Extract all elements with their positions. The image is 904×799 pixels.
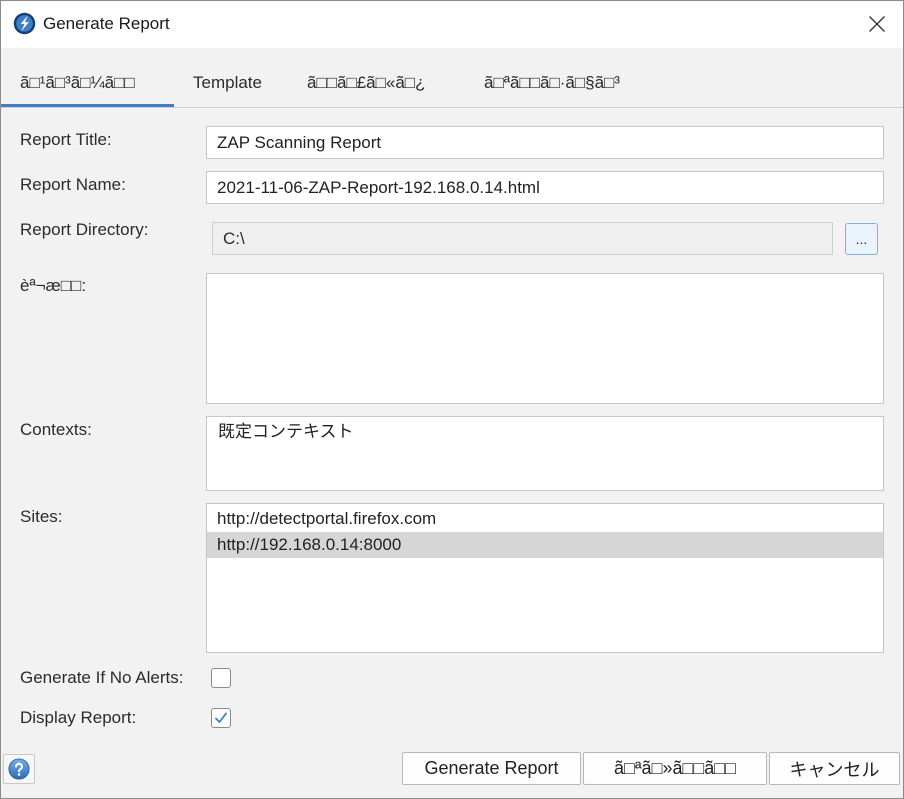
contexts-list[interactable]: 既定コンテキスト — [206, 416, 884, 491]
report-name-label: Report Name: — [20, 175, 126, 194]
generate-report-button[interactable]: Generate Report — [402, 752, 581, 785]
help-button[interactable] — [3, 754, 35, 784]
tab-scope[interactable]: ã□¹ã□³ã□¼ã□□ — [0, 48, 174, 107]
checkmark-icon — [215, 712, 227, 723]
report-title-label: Report Title: — [20, 130, 112, 149]
help-icon — [8, 758, 30, 780]
report-directory-input — [212, 222, 833, 255]
tab-label: ã□¹ã□³ã□¼ã□□ — [20, 73, 135, 92]
close-icon — [869, 16, 885, 32]
close-button[interactable] — [862, 9, 892, 39]
generate-if-no-alerts-checkbox[interactable] — [211, 668, 231, 688]
report-title-input[interactable] — [206, 126, 884, 159]
display-report-label: Display Report: — [20, 708, 137, 727]
context-list-item[interactable]: 既定コンテキスト — [207, 419, 883, 445]
description-label: èª¬æ□□: — [20, 276, 87, 295]
site-list-item[interactable]: http://detectportal.firefox.com — [207, 506, 883, 532]
tab-label: ã□ªã□□ã□·ã□§ã□³ — [484, 73, 620, 92]
browse-directory-button[interactable]: ... — [845, 223, 878, 255]
contexts-label: Contexts: — [20, 420, 92, 439]
tab-label: Template — [193, 73, 262, 92]
reset-button[interactable]: ã□ªã□»ã□□ã□□ — [583, 752, 767, 785]
report-directory-label: Report Directory: — [20, 220, 149, 239]
tab-filter[interactable]: ã□□ã□£ã□«ã□¿ — [288, 48, 465, 107]
zap-logo-icon — [13, 12, 36, 35]
cancel-button[interactable]: キャンセル — [769, 752, 900, 785]
description-textarea[interactable] — [206, 273, 884, 404]
display-report-checkbox[interactable] — [211, 708, 231, 728]
site-list-item[interactable]: http://192.168.0.14:8000 — [207, 532, 883, 558]
sites-list[interactable]: http://detectportal.firefox.com http://1… — [206, 503, 884, 653]
tab-label: ã□□ã□£ã□«ã□¿ — [307, 73, 426, 92]
tab-options[interactable]: ã□ªã□□ã□·ã□§ã□³ — [465, 48, 661, 107]
tab-bar: ã□¹ã□³ã□¼ã□□ Template ã□□ã□£ã□«ã□¿ ã□ªã□… — [0, 48, 904, 108]
title-bar: Generate Report — [0, 0, 904, 48]
report-name-input[interactable] — [206, 171, 884, 204]
generate-report-dialog: Generate Report ã□¹ã□³ã□¼ã□□ Template ã□… — [0, 0, 904, 799]
window-title: Generate Report — [43, 14, 170, 33]
tab-template[interactable]: Template — [174, 48, 288, 107]
generate-if-no-alerts-label: Generate If No Alerts: — [20, 668, 184, 687]
sites-label: Sites: — [20, 507, 63, 526]
